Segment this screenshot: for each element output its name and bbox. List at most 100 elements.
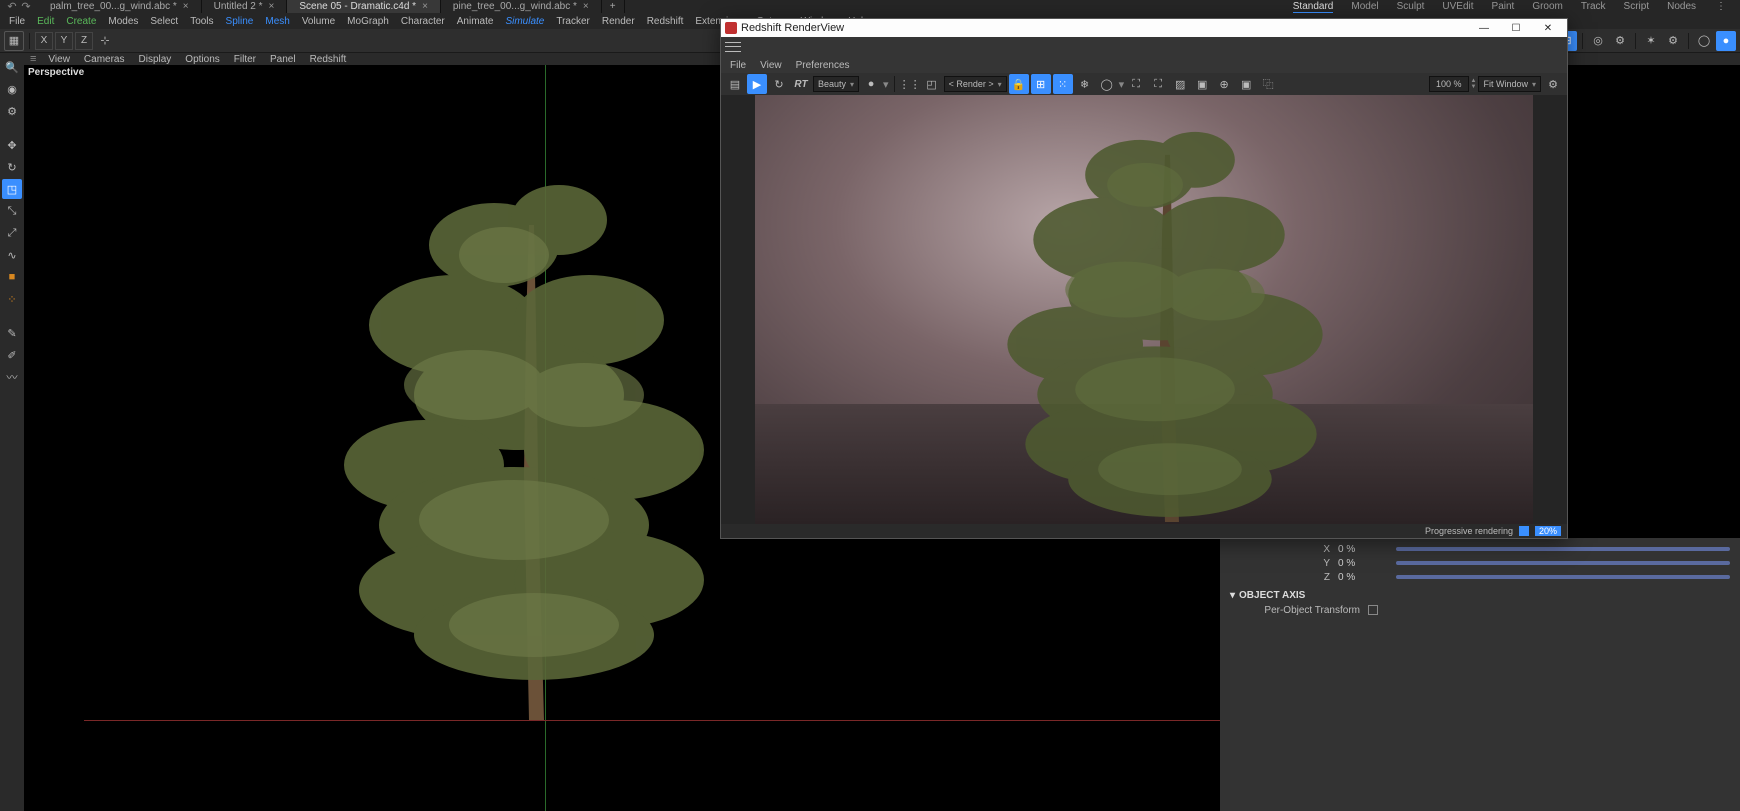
zoom-value[interactable]: 100 %	[1429, 76, 1469, 92]
vp-menu-panel[interactable]: Panel	[264, 54, 302, 65]
rt-icon[interactable]: RT	[791, 74, 811, 94]
picture-icon[interactable]: ▣	[1236, 74, 1256, 94]
maximize-button[interactable]: ☐	[1501, 19, 1531, 37]
transform-icon[interactable]: ⤡	[2, 201, 22, 221]
menu-spline[interactable]: Spline	[221, 14, 259, 29]
render-menu-file[interactable]: File	[725, 58, 751, 73]
aov-select[interactable]: Beauty▾	[813, 76, 859, 92]
kebab-icon[interactable]: ⋮	[1714, 1, 1728, 13]
stack-icon[interactable]: ▣	[1192, 74, 1212, 94]
layout-tab-nodes[interactable]: Nodes	[1667, 1, 1696, 13]
gear-small-icon[interactable]: ⚙	[2, 101, 22, 121]
undo-icon[interactable]: ↶	[6, 1, 18, 13]
vp-menu-filter[interactable]: Filter	[228, 54, 262, 65]
settings-gear-icon[interactable]: ⚙	[1543, 74, 1563, 94]
gear2-icon[interactable]: ⚙	[1663, 31, 1683, 51]
close-icon[interactable]: ×	[583, 1, 589, 12]
doc-tab-1[interactable]: Untitled 2 *×	[202, 0, 288, 13]
pen-icon[interactable]: ✐	[2, 345, 22, 365]
transform2-icon[interactable]: ⤢	[2, 223, 22, 243]
copy-icon[interactable]: ⿻	[1258, 74, 1278, 94]
close-icon[interactable]: ×	[183, 1, 189, 12]
sphere-icon[interactable]: ●	[1716, 31, 1736, 51]
menu-simulate[interactable]: Simulate	[500, 14, 549, 29]
axis-y-button[interactable]: Y	[55, 32, 73, 50]
move-icon[interactable]: ✥	[2, 135, 22, 155]
close-button[interactable]: ✕	[1533, 19, 1563, 37]
vp-menu-options[interactable]: Options	[179, 54, 225, 65]
image-icon[interactable]: ▤	[725, 74, 745, 94]
menu-volume[interactable]: Volume	[297, 14, 340, 29]
rotate-icon[interactable]: ↻	[2, 157, 22, 177]
menu-redshift[interactable]: Redshift	[642, 14, 689, 29]
fit-select[interactable]: Fit Window▾	[1478, 76, 1541, 92]
play-icon[interactable]: ▶	[747, 74, 767, 94]
menu-animate[interactable]: Animate	[452, 14, 499, 29]
attr-value[interactable]: 0 %	[1338, 558, 1388, 569]
menu-render[interactable]: Render	[597, 14, 640, 29]
redo-icon[interactable]: ↷	[20, 1, 32, 13]
add-tab-button[interactable]: +	[602, 0, 625, 13]
render-titlebar[interactable]: Redshift RenderView — ☐ ✕	[721, 19, 1567, 37]
hamburger-icon[interactable]	[725, 40, 741, 54]
menu-character[interactable]: Character	[396, 14, 450, 29]
expand-icon[interactable]: ⛶	[1126, 74, 1146, 94]
lock-icon[interactable]: 🔒	[1009, 74, 1029, 94]
layout-tab-track[interactable]: Track	[1581, 1, 1606, 13]
layout-tab-script[interactable]: Script	[1624, 1, 1650, 13]
attr-slider[interactable]	[1396, 575, 1730, 579]
close-icon[interactable]: ×	[269, 1, 275, 12]
render-menu-prefs[interactable]: Preferences	[791, 58, 855, 73]
circle-tool-icon[interactable]: ●	[861, 74, 881, 94]
attr-section-header[interactable]: ▾ OBJECT AXIS	[1230, 590, 1730, 601]
axis-x-button[interactable]: X	[35, 32, 53, 50]
axis-gizmo-icon[interactable]: ⊹	[95, 31, 115, 51]
vp-menu-cameras[interactable]: Cameras	[78, 54, 131, 65]
doc-tab-2[interactable]: Scene 05 - Dramatic.c4d *×	[287, 0, 441, 13]
butterfly-icon[interactable]: ✶	[1641, 31, 1661, 51]
menu-file[interactable]: File	[4, 14, 30, 29]
menu-modes[interactable]: Modes	[103, 14, 143, 29]
render-select[interactable]: < Render >▾	[944, 76, 1007, 92]
snowflake-icon[interactable]: ❄	[1075, 74, 1095, 94]
menu-mograph[interactable]: MoGraph	[342, 14, 394, 29]
add-icon[interactable]: ⊕	[1214, 74, 1234, 94]
attr-slider[interactable]	[1396, 561, 1730, 565]
menu-create[interactable]: Create	[61, 14, 101, 29]
layout-tab-uvedit[interactable]: UVEdit	[1442, 1, 1473, 13]
layout-tab-paint[interactable]: Paint	[1492, 1, 1515, 13]
square-icon[interactable]: ■	[2, 267, 22, 287]
scale-icon[interactable]: ◳	[2, 179, 22, 199]
circle-icon[interactable]: ◯	[1694, 31, 1714, 51]
cursor-circle-icon[interactable]: ◉	[2, 79, 22, 99]
axis-z-button[interactable]: Z	[75, 32, 93, 50]
refresh-icon[interactable]: ↻	[769, 74, 789, 94]
menu-tools[interactable]: Tools	[185, 14, 218, 29]
per-object-checkbox[interactable]	[1368, 605, 1378, 615]
render-area[interactable]	[721, 95, 1567, 524]
search-icon[interactable]: 🔍	[2, 57, 22, 77]
menu-tracker[interactable]: Tracker	[551, 14, 595, 29]
doc-tab-3[interactable]: pine_tree_00...g_wind.abc *×	[441, 0, 602, 13]
vp-menu-redshift[interactable]: Redshift	[304, 54, 353, 65]
doc-tab-0[interactable]: palm_tree_00...g_wind.abc *×	[38, 0, 202, 13]
menu-mesh[interactable]: Mesh	[260, 14, 294, 29]
brush-icon[interactable]: ✎	[2, 323, 22, 343]
wave-icon[interactable]: 〰	[2, 367, 22, 387]
target-icon[interactable]: ◎	[1588, 31, 1608, 51]
render-menu-view[interactable]: View	[755, 58, 787, 73]
layout-tab-sculpt[interactable]: Sculpt	[1397, 1, 1425, 13]
attr-value[interactable]: 0 %	[1338, 572, 1388, 583]
dots-grid-icon[interactable]: ⋮⋮	[900, 74, 920, 94]
menu-select[interactable]: Select	[145, 14, 183, 29]
grid-dots-icon[interactable]: ⁙	[1053, 74, 1073, 94]
vp-menu-view[interactable]: View	[42, 54, 76, 65]
layout-button[interactable]: ▦	[4, 31, 24, 51]
dots-icon[interactable]: ⁘	[2, 289, 22, 309]
gear-icon[interactable]: ⚙	[1610, 31, 1630, 51]
layout-tab-model[interactable]: Model	[1351, 1, 1378, 13]
zoom-stepper[interactable]: ▲▼	[1471, 78, 1477, 90]
attr-value[interactable]: 0 %	[1338, 544, 1388, 555]
stripes-icon[interactable]: ▨	[1170, 74, 1190, 94]
attr-slider[interactable]	[1396, 547, 1730, 551]
